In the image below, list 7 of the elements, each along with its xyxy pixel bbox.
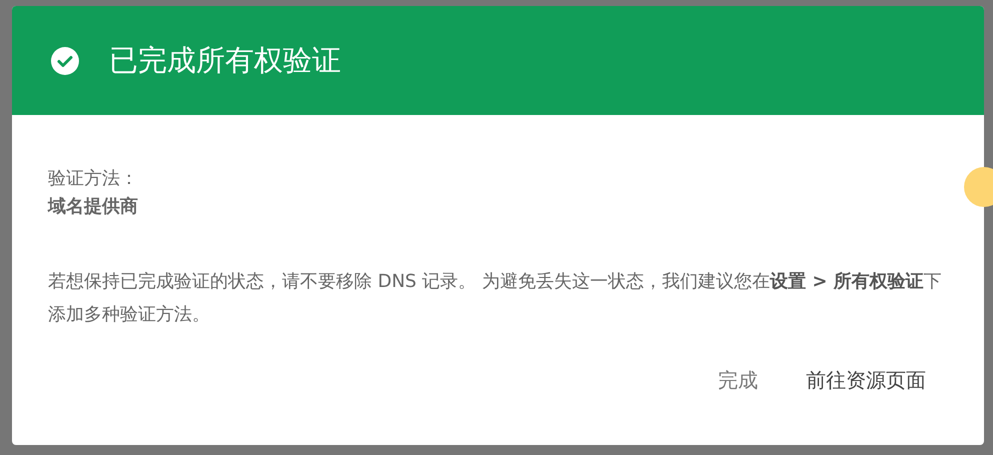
dialog-title: 已完成所有权验证 — [109, 42, 341, 78]
go-to-resource-button[interactable]: 前往资源页面 — [796, 361, 936, 400]
method-label: 验证方法： — [48, 167, 139, 191]
message-text: 若想保持已完成验证的状态，请不要移除 DNS 记录。 为避免丢失这一状态，我们建议您在设置 > 所有权验证下添加多种验证方法。 — [48, 270, 943, 327]
check-circle-icon — [51, 46, 79, 74]
done-button[interactable]: 完成 — [708, 361, 768, 400]
method-value: 域名提供商 — [48, 195, 139, 219]
